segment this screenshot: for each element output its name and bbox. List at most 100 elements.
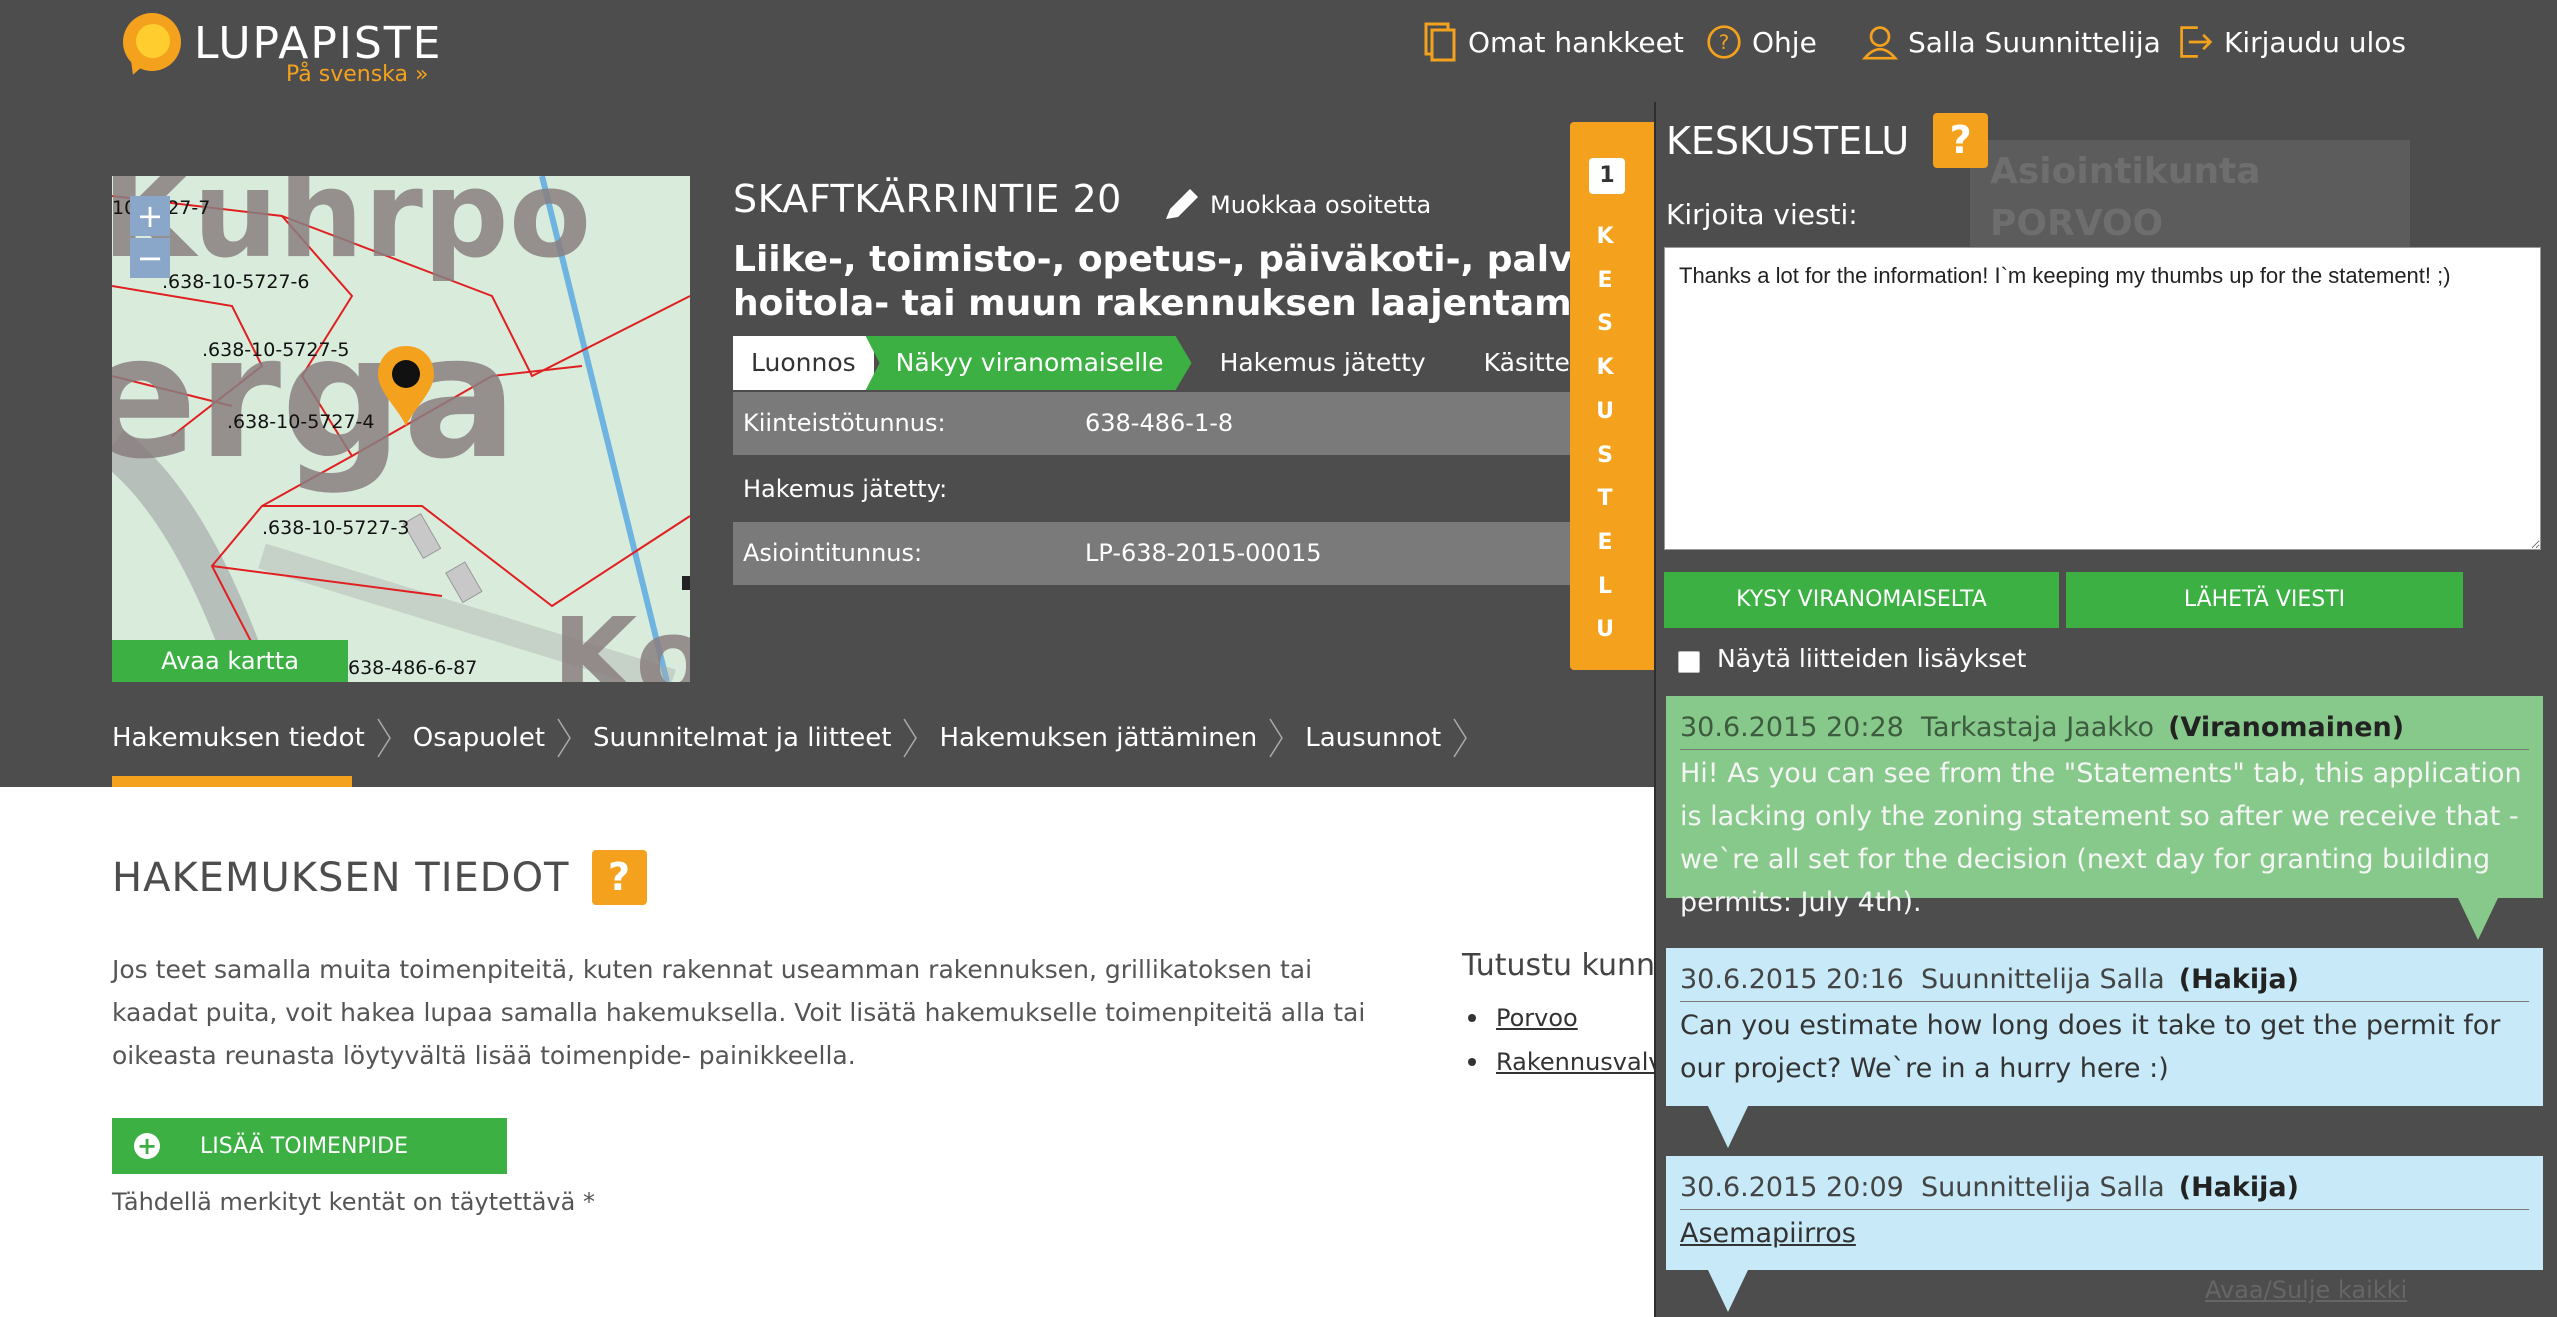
chevron-right-icon [1453, 718, 1468, 758]
message-meta: 30.6.2015 20:09 Suunnittelija Salla (Haki… [1680, 1166, 2529, 1210]
document-icon [1424, 22, 1456, 62]
section-title: HAKEMUKSEN TIEDOT [112, 854, 570, 901]
info-row-submitted: Hakemus jätetty: [733, 458, 1633, 521]
step-draft: Luonnos [733, 336, 874, 390]
svg-text:?: ? [1719, 31, 1730, 54]
conversation-help-button[interactable]: ? [1933, 113, 1989, 168]
message-role: (Hakija) [2178, 964, 2299, 995]
bullet [1468, 1058, 1476, 1066]
nav-my-projects-label: Omat hankkeet [1468, 25, 1684, 59]
active-tab-indicator [112, 776, 352, 787]
nav-user[interactable]: Salla Suunnittelija [1862, 22, 2161, 62]
required-fields-note: Tähdellä merkityt kentät on täytettävä * [112, 1188, 595, 1216]
nav-help-label: Ohje [1752, 25, 1817, 59]
add-operation-button[interactable]: + LISÄÄ TOIMENPIDE [112, 1118, 507, 1174]
open-map-button[interactable]: Avaa kartta [112, 640, 348, 682]
info-value: LP-638-2015-00015 [1085, 539, 1322, 567]
link-building-control[interactable]: Rakennusvalv [1496, 1048, 1663, 1076]
add-operation-label: LISÄÄ TOIMENPIDE [200, 1133, 409, 1159]
message-meta: 30.6.2015 20:28 Tarkastaja Jaakko (Virano… [1680, 706, 2529, 750]
map-bg-text: Kuhrpo [112, 176, 591, 285]
help-button[interactable]: ? [591, 850, 647, 905]
map-canvas: Kuhrpo erga Ko 10-5727-7 .638-10-5727-6 … [112, 176, 690, 682]
chevron-right-icon [1269, 718, 1284, 758]
tab-plans-attachments[interactable]: Suunnitelmat ja liitteet [593, 718, 918, 758]
ghost-label: Asiointikunta [1990, 151, 2261, 192]
section-header: HAKEMUKSEN TIEDOT ? [112, 850, 647, 905]
info-label: Hakemus jätetty: [743, 475, 948, 503]
message-meta: 30.6.2015 20:16 Suunnittelija Salla (Haki… [1680, 958, 2529, 1002]
tab-application-details[interactable]: Hakemuksen tiedot [112, 718, 391, 758]
chevron-right-icon [377, 718, 391, 758]
side-letter: U [1596, 617, 1614, 643]
tab-label: Hakemuksen tiedot [112, 723, 365, 753]
side-letter: L [1597, 573, 1613, 599]
bubble-tail [2458, 898, 2498, 940]
tab-label: Suunnitelmat ja liitteet [593, 723, 892, 753]
message-role: (Viranomainen) [2168, 712, 2405, 743]
background-municipality-info: Asiointikunta PORVOO [1970, 140, 2410, 260]
map-view[interactable]: Kuhrpo erga Ko 10-5727-7 .638-10-5727-6 … [112, 176, 690, 682]
info-value: 638-486-1-8 [1085, 409, 1234, 437]
link-item: Porvoo [1468, 1004, 1578, 1032]
message-text: Hi! As you can see from the "Statements"… [1680, 758, 2522, 918]
link-item: Rakennusvalv [1468, 1048, 1663, 1076]
unread-count-badge: 1 [1589, 158, 1625, 194]
parcel-label: .638-10-5727-4 [227, 411, 375, 433]
nav-help[interactable]: ? Ohje [1706, 22, 1817, 62]
info-label: Kiinteistötunnus: [743, 409, 946, 437]
message-time: 30.6.2015 20:28 [1680, 712, 1904, 743]
tab-label: Lausunnot [1305, 723, 1442, 753]
message-bubble: 30.6.2015 20:16 Suunnittelija Salla (Haki… [1666, 948, 2543, 1106]
tab-statements[interactable]: Lausunnot [1305, 718, 1468, 758]
tab-parties[interactable]: Osapuolet [413, 718, 571, 758]
parcel-label: .638-10-5727-3 [262, 517, 410, 539]
map-zoom-out-button[interactable]: − [130, 238, 170, 278]
side-letter: E [1597, 529, 1613, 555]
tab-label: Osapuolet [412, 723, 546, 753]
learn-more-title: Tutustu kunna [1462, 948, 1674, 983]
show-attachments-checkbox[interactable] [1678, 651, 1700, 673]
section-description: Jos teet samalla muita toimenpiteitä, ku… [112, 955, 1366, 1070]
side-tab-label: K E S K U S T E L U [1570, 215, 1640, 652]
show-attachments-label: Näytä liitteiden lisäykset [1717, 644, 2027, 673]
attachment-link[interactable]: Asemapiirros [1680, 1212, 2529, 1255]
side-letter: K [1596, 355, 1614, 381]
language-switch-link[interactable]: På svenska » [286, 62, 428, 87]
nav-logout[interactable]: Kirjaudu ulos [2178, 22, 2406, 62]
nav-my-projects[interactable]: Omat hankkeet [1422, 22, 1684, 62]
message-time: 30.6.2015 20:09 [1680, 1172, 1904, 1203]
tab-submit-application[interactable]: Hakemuksen jättäminen [939, 718, 1284, 758]
map-bg-text: erga [112, 299, 518, 497]
link-porvoo[interactable]: Porvoo [1496, 1004, 1578, 1032]
edit-address-link[interactable]: Muokkaa osoitetta [1162, 187, 1431, 223]
logout-icon [2180, 26, 2213, 58]
step-visible-to-authority: Näkyy viranomaiselle [866, 336, 1192, 390]
message-text: Can you estimate how long does it take t… [1680, 1010, 2501, 1084]
message-input[interactable] [1664, 247, 2541, 550]
side-letter: T [1597, 486, 1613, 512]
side-letter: K [1596, 224, 1614, 249]
toggle-all-link[interactable]: Avaa/Sulje kaikki [2205, 1276, 2407, 1304]
status-steps: Luonnos Näkyy viranomaiselle Hakemus jät… [733, 336, 1673, 390]
parcel-label: .638-10-5727-5 [202, 339, 350, 361]
message-bubble: 30.6.2015 20:09 Suunnittelija Salla (Haki… [1666, 1156, 2543, 1270]
bubble-tail [1708, 1106, 1748, 1148]
nav-user-label: Salla Suunnittelija [1908, 25, 2161, 59]
message-time: 30.6.2015 20:16 [1680, 964, 1904, 995]
info-label: Asiointitunnus: [743, 539, 923, 567]
message-role: (Hakija) [2178, 1172, 2299, 1203]
conversation-title: KESKUSTELU [1666, 118, 1910, 163]
message-author: Suunnittelija Salla [1920, 1172, 2165, 1203]
message-author: Suunnittelija Salla [1920, 964, 2165, 995]
application-tabs: Hakemuksen tiedot Osapuolet Suunnitelmat… [112, 718, 1489, 758]
send-message-button[interactable]: LÄHETÄ VIESTI [2066, 572, 2463, 628]
question-icon: ? [1707, 25, 1741, 59]
bullet [1468, 1014, 1476, 1022]
side-letter: S [1597, 311, 1613, 337]
ask-authority-button[interactable]: KYSY VIRANOMAISELTA [1664, 572, 2059, 628]
map-zoom-in-button[interactable]: + [130, 196, 170, 236]
side-letter: U [1596, 398, 1614, 424]
pencil-icon [1166, 189, 1198, 219]
side-letter: S [1597, 442, 1613, 468]
